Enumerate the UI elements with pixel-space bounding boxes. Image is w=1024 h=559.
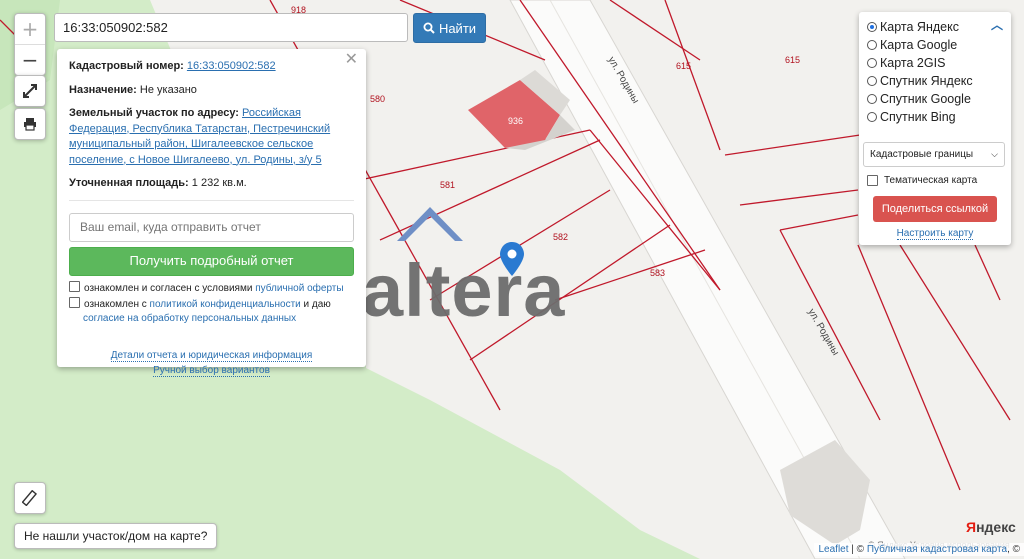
chevron-up-icon[interactable]: ︿ (991, 16, 1003, 33)
offer-checkbox[interactable] (69, 280, 80, 292)
attribution-tail: , © (1007, 544, 1020, 555)
consent-offer-text: ознакомлен и согласен с условиями (84, 282, 253, 294)
layer-option[interactable]: Спутник Bing (867, 108, 1003, 126)
consent-privacy-text: ознакомлен с (84, 298, 147, 310)
cad-number-label: Кадастровый номер: (69, 60, 184, 72)
print-button[interactable] (15, 109, 45, 139)
yandex-logo-rest: ндекс (976, 519, 1016, 535)
layers-panel: ︿ Карта Яндекс Карта Google Карта 2GIS С… (859, 12, 1011, 245)
consent-privacy: ознакомлен с политикой конфиденциальност… (69, 296, 354, 326)
close-icon[interactable]: ✕ (345, 51, 358, 67)
consent-privacy-mid: и даю (303, 298, 331, 310)
privacy-checkbox[interactable] (69, 296, 80, 308)
radio-selected[interactable] (867, 22, 877, 32)
printer-icon (24, 118, 36, 131)
thematic-checkbox[interactable] (867, 175, 878, 186)
get-report-button[interactable]: Получить подробный отчет (69, 246, 354, 276)
layer-option[interactable]: Спутник Google (867, 90, 1003, 108)
radio[interactable] (867, 40, 877, 50)
layer-option-label: Спутник Google (880, 92, 971, 106)
layer-option-label: Карта Яндекс (880, 20, 959, 34)
watermark: altera (362, 249, 566, 332)
layer-option[interactable]: Спутник Яндекс (867, 72, 1003, 90)
purpose-value: Не указано (139, 83, 197, 96)
details-link[interactable]: Детали отчета и юридическая информация (110, 349, 313, 362)
offer-link[interactable]: публичной оферты (255, 283, 343, 294)
yandex-logo: Яндекс (966, 519, 1016, 535)
purpose-label: Назначение: (69, 83, 137, 96)
parcel-number: 580 (370, 94, 385, 104)
cad-number-link[interactable]: 16:33:050902:582 (187, 60, 276, 72)
layer-option[interactable]: Карта Google (867, 36, 1003, 54)
layer-option-label: Спутник Bing (880, 110, 956, 124)
pkk-link[interactable]: Публичная кадастровая карта (867, 544, 1007, 555)
measure-button[interactable] (14, 482, 46, 514)
zoom-in-button[interactable]: + (15, 14, 45, 44)
zoom-out-button[interactable]: − (15, 44, 45, 75)
personal-data-link[interactable]: согласие на обработку персональных данны… (83, 313, 296, 324)
layer-option[interactable]: Карта Яндекс (867, 18, 1003, 36)
print-control (14, 108, 46, 140)
yandex-logo-first: Я (966, 519, 977, 535)
parcel-number: 583 (650, 268, 665, 278)
search-button[interactable]: Найти (413, 13, 486, 43)
setup-map-label: Настроить карту (896, 228, 974, 240)
leaflet-link[interactable]: Leaflet (818, 544, 848, 555)
thematic-toggle[interactable]: Тематическая карта (867, 175, 1003, 186)
share-link-button[interactable]: Поделиться ссылкой (873, 196, 997, 222)
search-button-label: Найти (438, 20, 477, 36)
area-label: Уточненная площадь: (69, 177, 189, 189)
not-found-button[interactable]: Не нашли участок/дом на карте? (14, 523, 218, 549)
fullscreen-button[interactable] (15, 76, 45, 106)
fullscreen-control (14, 75, 46, 107)
consent-offer: ознакомлен и согласен с условиями публич… (69, 280, 354, 296)
radio[interactable] (867, 76, 877, 86)
parcel-number: 581 (440, 180, 455, 190)
address-label: Земельный участок по адресу: (69, 107, 239, 119)
cadastral-layer-select[interactable]: Кадастровые границы ⌵ (863, 142, 1005, 167)
parcel-number: 615 (676, 61, 691, 71)
privacy-link[interactable]: политикой конфиденциальности (150, 299, 301, 310)
select-value: Кадастровые границы (870, 149, 974, 160)
thematic-label: Тематическая карта (884, 175, 978, 186)
report-links: Детали отчета и юридическая информация Р… (69, 348, 354, 378)
expand-icon (23, 84, 37, 98)
attribution: Leaflet | © Публичная кадастровая карта,… (814, 543, 1024, 556)
ruler-icon (22, 490, 38, 506)
parcel-number: 615 (785, 55, 800, 65)
parcel-number: 936 (508, 116, 523, 126)
parcel-number: 582 (553, 232, 568, 242)
layer-option[interactable]: Карта 2GIS (867, 54, 1003, 72)
parcel-info-popup: ✕ Кадастровый номер: 16:33:050902:582 На… (57, 49, 366, 377)
layer-option-label: Спутник Яндекс (880, 74, 973, 88)
attribution-sep: | © (848, 544, 867, 555)
area-value: 1 232 кв.м. (191, 177, 247, 189)
radio[interactable] (867, 112, 877, 122)
email-field[interactable] (69, 212, 354, 242)
chevron-down-icon: ⌵ (991, 149, 998, 160)
manual-choice-link[interactable]: Ручной выбор вариантов (153, 364, 270, 377)
layer-option-label: Карта Google (880, 38, 958, 52)
search-input[interactable] (54, 13, 408, 42)
radio[interactable] (867, 58, 877, 68)
search-icon (423, 22, 435, 34)
setup-map-link[interactable]: Настроить карту (867, 228, 1003, 240)
layer-option-label: Карта 2GIS (880, 56, 946, 70)
radio[interactable] (867, 94, 877, 104)
zoom-control: + − (14, 13, 46, 76)
